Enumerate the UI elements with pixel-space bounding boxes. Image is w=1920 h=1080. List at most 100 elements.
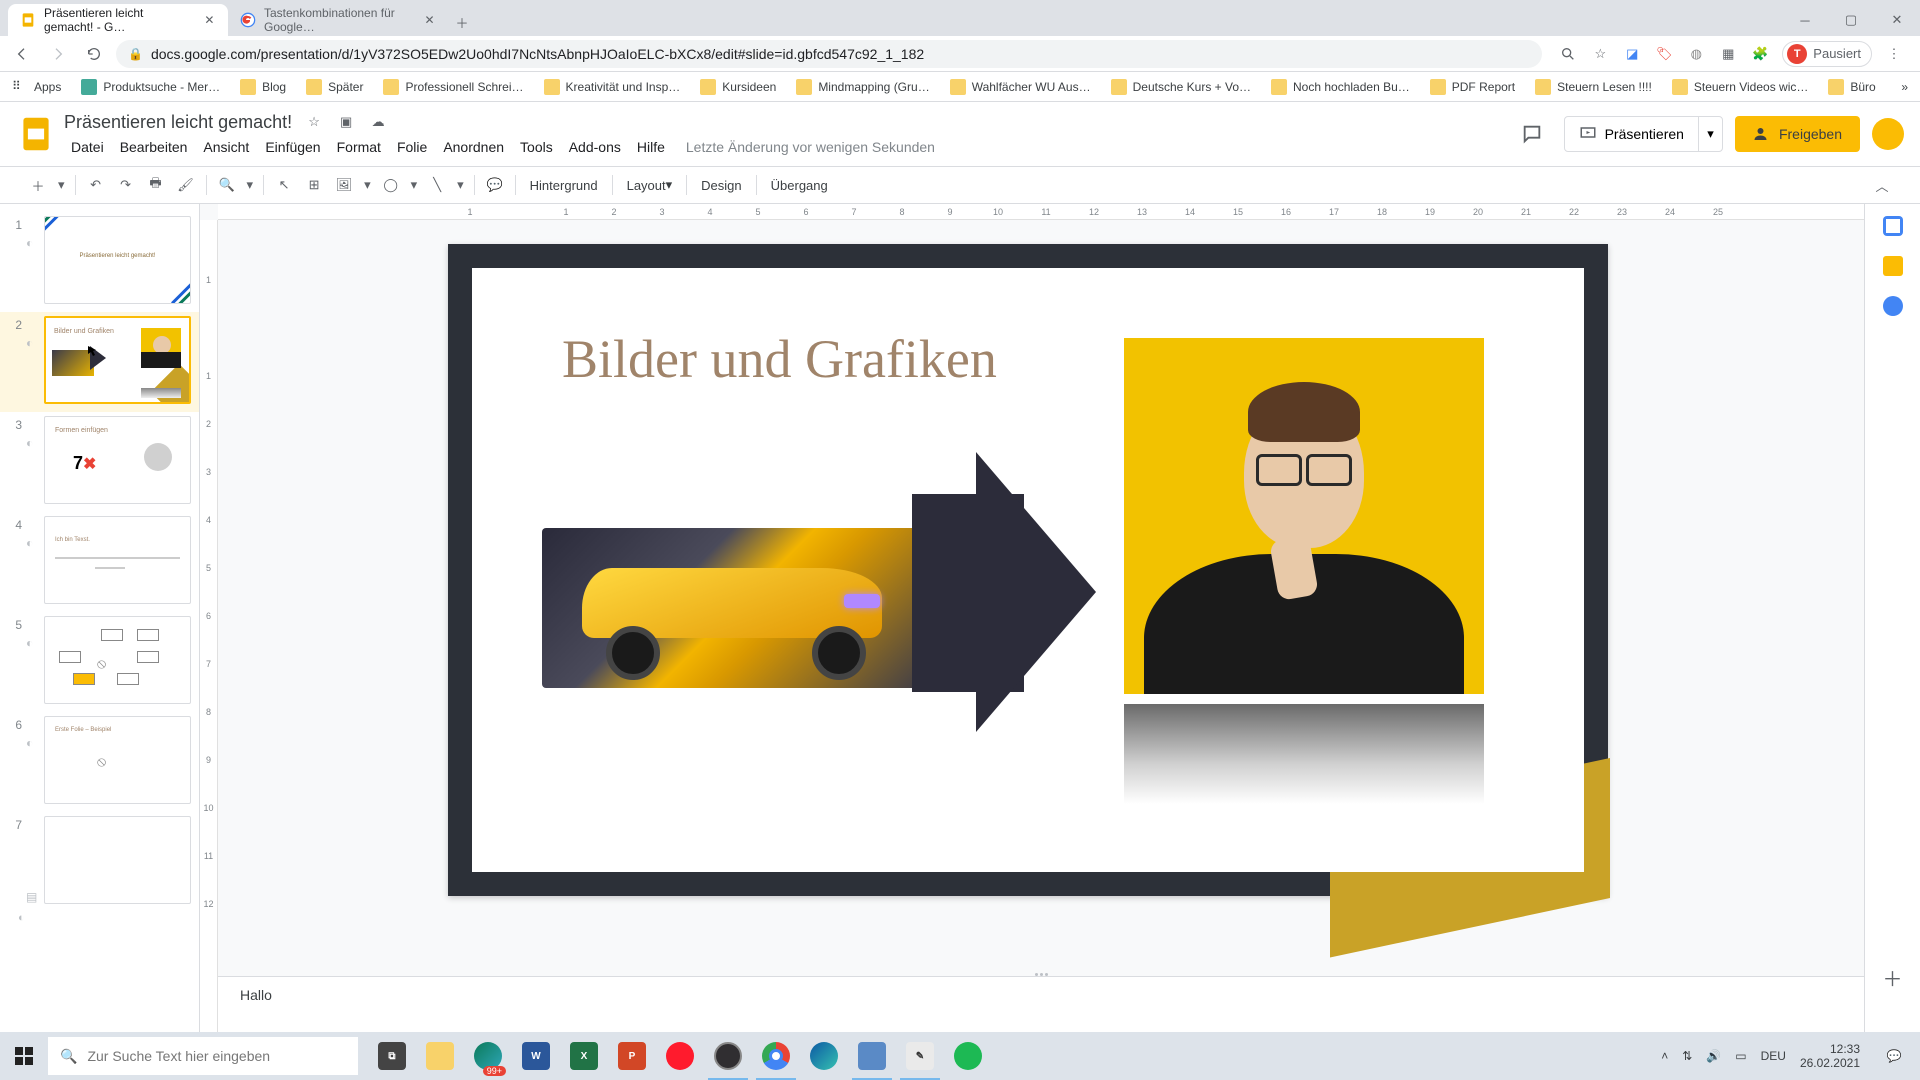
maximize-button[interactable]: ▢: [1828, 4, 1874, 36]
bookmark[interactable]: PDF Report: [1430, 79, 1515, 95]
layout-button[interactable]: Layout ▾: [619, 172, 681, 198]
slide-filmstrip[interactable]: 1 ◐ Präsentieren leicht gemacht! 2 ◐ Bil…: [0, 204, 200, 1032]
notes-resize-handle[interactable]: [1021, 973, 1061, 981]
bookmarks-overflow[interactable]: »: [1901, 80, 1908, 94]
slide-thumbnail[interactable]: Präsentieren leicht gemacht!: [44, 216, 191, 304]
extension-icon[interactable]: ▦: [1718, 44, 1738, 64]
spotify-button[interactable]: [944, 1032, 992, 1080]
select-tool[interactable]: ↖: [270, 172, 298, 198]
design-button[interactable]: Design: [693, 172, 749, 198]
present-button[interactable]: Präsentieren ▾: [1564, 116, 1723, 152]
menu-arrange[interactable]: Anordnen: [436, 137, 511, 157]
opera-button[interactable]: [656, 1032, 704, 1080]
menu-insert[interactable]: Einfügen: [258, 137, 327, 157]
present-dropdown[interactable]: ▾: [1698, 117, 1722, 151]
bookmark[interactable]: Deutsche Kurs + Vo…: [1111, 79, 1251, 95]
bookmark-apps[interactable]: ⠿Apps: [12, 79, 61, 95]
slide-thumbnail[interactable]: Erste Folie – Beispiel ⦸: [44, 716, 191, 804]
paint-format-button[interactable]: 🖌: [172, 172, 200, 198]
star-icon[interactable]: ☆: [304, 112, 324, 132]
line-dropdown[interactable]: ▾: [453, 172, 468, 198]
bookmark[interactable]: Später: [306, 79, 363, 95]
speaker-notes[interactable]: Hallo: [218, 976, 1864, 1032]
move-icon[interactable]: ▣: [336, 112, 356, 132]
bookmark[interactable]: Noch hochladen Bu…: [1271, 79, 1410, 95]
background-button[interactable]: Hintergrund: [522, 172, 606, 198]
shape-dropdown[interactable]: ▾: [407, 172, 422, 198]
menu-edit[interactable]: Bearbeiten: [113, 137, 195, 157]
car-image[interactable]: [542, 528, 930, 688]
redo-button[interactable]: ↷: [112, 172, 140, 198]
bookmark[interactable]: Büro: [1828, 79, 1875, 95]
bookmark[interactable]: Kreativität und Insp…: [544, 79, 681, 95]
slide-thumbnail[interactable]: Bilder und Grafiken: [44, 316, 191, 404]
close-window-button[interactable]: ✕: [1874, 4, 1920, 36]
document-title[interactable]: Präsentieren leicht gemacht!: [64, 112, 292, 133]
extension-icon[interactable]: ◪: [1622, 44, 1642, 64]
notifications-button[interactable]: 💬: [1874, 1032, 1914, 1080]
app-button[interactable]: [848, 1032, 896, 1080]
menu-addons[interactable]: Add-ons: [562, 137, 628, 157]
new-tab-button[interactable]: ＋: [448, 8, 476, 36]
new-slide-dropdown[interactable]: ▾: [54, 172, 69, 198]
clock[interactable]: 12:33 26.02.2021: [1800, 1042, 1860, 1071]
new-slide-button[interactable]: ＋: [24, 172, 52, 198]
tasks-icon[interactable]: [1883, 296, 1903, 316]
notepad-button[interactable]: ✎: [896, 1032, 944, 1080]
bookmark[interactable]: Steuern Lesen !!!!: [1535, 79, 1652, 95]
extensions-menu-icon[interactable]: 🧩: [1750, 44, 1770, 64]
excel-button[interactable]: X: [560, 1032, 608, 1080]
image-tool[interactable]: 🖼: [330, 172, 358, 198]
bookmark[interactable]: Produktsuche - Mer…: [81, 79, 220, 95]
comments-button[interactable]: [1512, 114, 1552, 154]
profile-paused-badge[interactable]: T Pausiert: [1782, 41, 1872, 67]
last-edit-text[interactable]: Letzte Änderung vor wenigen Sekunden: [686, 139, 935, 155]
slide-thumbnail[interactable]: [44, 816, 191, 904]
arrow-shape-head[interactable]: [976, 452, 1096, 732]
menu-help[interactable]: Hilfe: [630, 137, 672, 157]
chrome-menu-icon[interactable]: ⋮: [1884, 44, 1904, 64]
collapse-toolbar-button[interactable]: ︿: [1868, 172, 1896, 198]
slides-logo-icon[interactable]: [16, 114, 56, 154]
slide-thumbnail[interactable]: Ich bin Texst.: [44, 516, 191, 604]
reload-button[interactable]: [80, 40, 108, 68]
network-icon[interactable]: ⇅: [1682, 1049, 1692, 1063]
slide-canvas[interactable]: 1123456789101112131415161718192021222324…: [200, 204, 1864, 1032]
url-field[interactable]: 🔒 docs.google.com/presentation/d/1yV372S…: [116, 40, 1542, 68]
undo-button[interactable]: ↶: [82, 172, 110, 198]
bookmark[interactable]: Professionell Schrei…: [383, 79, 523, 95]
cloud-saved-icon[interactable]: ☁: [368, 112, 388, 132]
browser-tab[interactable]: Tastenkombinationen für Google… ✕: [228, 4, 448, 36]
menu-view[interactable]: Ansicht: [196, 137, 256, 157]
slide-title-text[interactable]: Bilder und Grafiken: [562, 328, 997, 390]
task-view-button[interactable]: ⧉: [368, 1032, 416, 1080]
calendar-icon[interactable]: [1883, 216, 1903, 236]
extension-icon[interactable]: 🏷: [1654, 44, 1674, 64]
profile-avatar[interactable]: [1872, 118, 1904, 150]
slide-content[interactable]: Bilder und Grafiken: [472, 268, 1584, 872]
notes-text[interactable]: Hallo: [240, 987, 272, 1003]
chrome-button[interactable]: [752, 1032, 800, 1080]
image-dropdown[interactable]: ▾: [360, 172, 375, 198]
shape-tool[interactable]: ◯: [377, 172, 405, 198]
word-button[interactable]: W: [512, 1032, 560, 1080]
zoom-dropdown[interactable]: ▾: [243, 172, 258, 198]
bookmark[interactable]: Wahlfächer WU Aus…: [950, 79, 1091, 95]
person-photo[interactable]: [1124, 338, 1484, 694]
bookmark[interactable]: Mindmapping (Gru…: [796, 79, 929, 95]
menu-slide[interactable]: Folie: [390, 137, 434, 157]
slide-background[interactable]: Bilder und Grafiken: [448, 244, 1608, 896]
textbox-tool[interactable]: ⊞: [300, 172, 328, 198]
zoom-icon[interactable]: [1558, 44, 1578, 64]
add-addon-button[interactable]: ＋: [1883, 963, 1903, 992]
photo-reflection[interactable]: [1124, 704, 1484, 804]
browser-tab[interactable]: Präsentieren leicht gemacht! - G… ✕: [8, 4, 228, 36]
powerpoint-button[interactable]: P: [608, 1032, 656, 1080]
comment-tool[interactable]: 💬: [481, 172, 509, 198]
language-indicator[interactable]: DEU: [1761, 1049, 1786, 1063]
taskbar-search[interactable]: 🔍 Zur Suche Text hier eingeben: [48, 1037, 358, 1075]
battery-icon[interactable]: ▭: [1735, 1049, 1746, 1063]
extension-icon[interactable]: ◍: [1686, 44, 1706, 64]
print-button[interactable]: 🖶: [142, 172, 170, 198]
edge-legacy-button[interactable]: 99+: [464, 1032, 512, 1080]
